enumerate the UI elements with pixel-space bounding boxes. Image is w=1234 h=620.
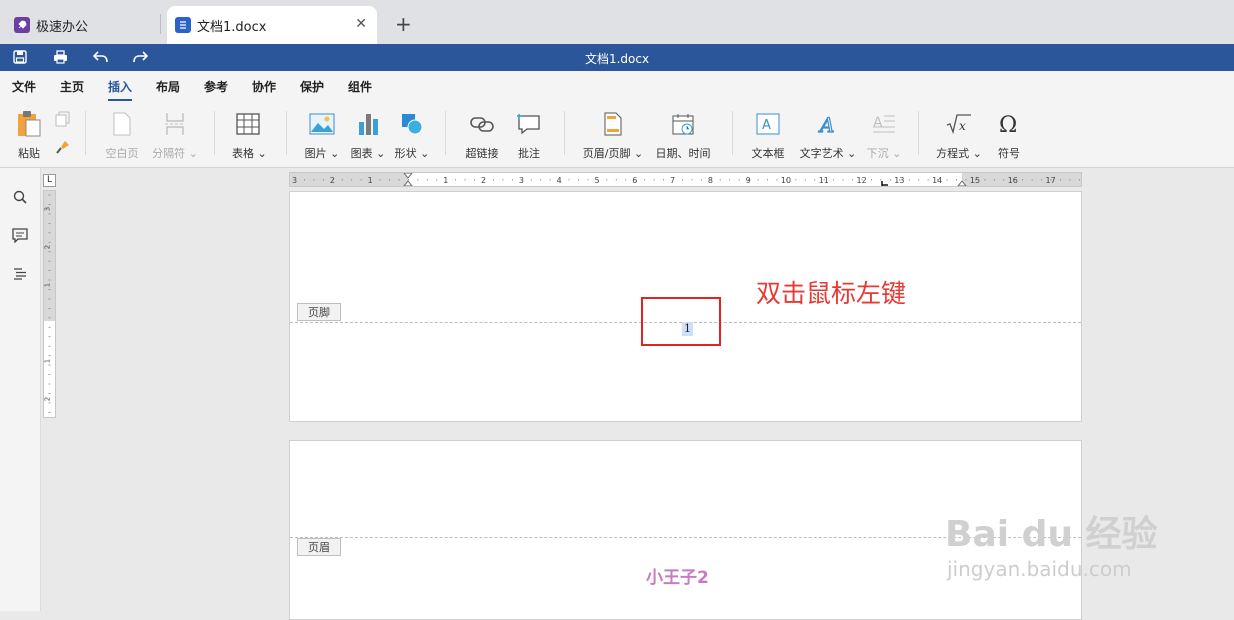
title-bar: 文档1.docx — [0, 44, 1234, 71]
menu-home[interactable]: 主页 — [60, 78, 84, 95]
link-icon — [462, 111, 502, 137]
ruler-tick-label: 2 — [44, 245, 52, 249]
vertical-ruler-scale: 3 2 1 1 2 — [44, 191, 55, 413]
tab-label: 极速办公 — [36, 19, 89, 35]
text-art-icon: A — [799, 111, 857, 137]
shape-icon — [393, 111, 431, 137]
shape-button[interactable]: 形状 ⌄ — [393, 111, 431, 161]
chart-icon — [349, 111, 387, 137]
text-box-button[interactable]: A 文本框 — [749, 111, 787, 161]
menu-collaborate[interactable]: 协作 — [252, 78, 276, 95]
symbol-button[interactable]: Ω 符号 — [994, 111, 1024, 161]
equation-button[interactable]: x 方程式 ⌄ — [934, 111, 984, 161]
footer-tag: 页脚 — [297, 303, 341, 321]
ribbon-toolbar: 粘贴 空白页 分隔符 ⌄ 表格 ⌄ 图片 ⌄ 图表 ⌄ 形状 ⌄ 超链接 批注 … — [0, 101, 1234, 168]
ribbon-divider — [286, 111, 287, 155]
ribbon-divider — [918, 111, 919, 155]
copy-icon[interactable] — [55, 111, 71, 130]
image-icon — [303, 111, 341, 137]
chart-button[interactable]: 图表 ⌄ — [349, 111, 387, 161]
table-button[interactable]: 表格 ⌄ — [232, 111, 267, 161]
comment-icon — [514, 111, 544, 137]
tab-document[interactable]: 文档1.docx ✕ — [167, 6, 377, 44]
svg-text:A: A — [818, 113, 834, 136]
ruler-tick-label: 7 — [670, 176, 675, 185]
menu-references[interactable]: 参考 — [204, 78, 228, 95]
ruler-tick-label: 1 — [443, 176, 448, 185]
ribbon-divider — [732, 111, 733, 155]
ruler-tick-label: 6 — [632, 176, 637, 185]
tab-stop-marker — [881, 181, 888, 186]
menu-file[interactable]: 文件 — [12, 78, 36, 95]
tab-label: 文档1.docx — [197, 19, 267, 35]
window-title: 文档1.docx — [584, 52, 650, 66]
image-button[interactable]: 图片 ⌄ — [303, 111, 341, 161]
ruler-tick-label: 1 — [44, 359, 52, 363]
page-1[interactable]: 页脚 1 — [289, 191, 1082, 422]
blank-page-icon — [102, 111, 142, 137]
text-box-icon: A — [749, 111, 787, 137]
tab-home[interactable]: 极速办公 — [6, 6, 156, 44]
tab-stop-selector[interactable]: L — [43, 174, 56, 187]
page-break-button[interactable]: 分隔符 ⌄ — [152, 111, 198, 161]
baidu-jingyan-watermark: Bai du 经验 jingyan.baidu.com — [945, 475, 1175, 605]
format-painter-icon[interactable] — [55, 139, 71, 158]
paste-button[interactable]: 粘贴 — [14, 111, 44, 161]
horizontal-ruler[interactable]: 3211234567891011121314151617 — [289, 172, 1082, 187]
annotation-highlight-box — [641, 297, 721, 346]
header-text[interactable]: 小王子2 — [646, 563, 709, 588]
navigation-icon[interactable] — [11, 265, 29, 283]
ribbon-divider — [445, 111, 446, 155]
menu-protect[interactable]: 保护 — [300, 78, 324, 95]
ribbon-divider — [214, 111, 215, 155]
ruler-tick-label: 2 — [330, 176, 335, 185]
text-art-button[interactable]: A 文字艺术 ⌄ — [799, 111, 857, 161]
menu-bar: 文件 主页 插入 布局 参考 协作 保护 组件 — [0, 71, 1234, 101]
ribbon-divider — [85, 111, 86, 155]
table-icon — [232, 111, 264, 137]
vertical-ruler[interactable]: 3 2 1 1 2 — [43, 190, 56, 418]
svg-text:Ω: Ω — [999, 113, 1017, 135]
svg-text:A: A — [873, 115, 883, 131]
ribbon-divider — [564, 111, 565, 155]
rocket-icon — [14, 17, 30, 33]
menu-insert[interactable]: 插入 — [108, 78, 133, 101]
svg-text:x: x — [959, 119, 966, 133]
ruler-tick-label: 3 — [44, 207, 52, 211]
tab-divider — [160, 14, 161, 34]
comment-button[interactable]: 批注 — [514, 111, 544, 161]
paste-icon — [14, 111, 44, 137]
header-footer-button[interactable]: 页眉/页脚 ⌄ — [582, 111, 644, 161]
page-break-icon — [152, 111, 198, 137]
header-footer-icon — [582, 111, 644, 137]
drop-cap-icon: A — [864, 111, 904, 137]
ruler-tick-label: 1 — [44, 283, 52, 287]
hyperlink-button[interactable]: 超链接 — [462, 111, 502, 161]
watermark-logo: Bai du 经验 — [945, 514, 1158, 555]
annotation-text: 双击鼠标左键 — [756, 279, 907, 308]
calendar-icon — [654, 111, 712, 137]
watermark-url: jingyan.baidu.com — [947, 557, 1132, 581]
add-tab-icon[interactable]: + — [395, 12, 412, 36]
header-tag: 页眉 — [297, 538, 341, 556]
document-icon — [175, 17, 191, 33]
search-icon[interactable] — [11, 188, 29, 206]
drop-cap-button[interactable]: A 下沉 ⌄ — [864, 111, 904, 161]
equation-icon: x — [934, 111, 984, 137]
menu-plugins[interactable]: 组件 — [348, 78, 372, 95]
omega-icon: Ω — [994, 111, 1024, 137]
left-panel — [0, 168, 41, 611]
blank-page-button[interactable]: 空白页 — [102, 111, 142, 161]
horizontal-ruler-scale: 3211234567891011121314151617 — [290, 173, 1081, 186]
tab-strip: 极速办公 文档1.docx ✕ + — [0, 0, 1234, 44]
comment-panel-icon[interactable] — [11, 226, 29, 244]
svg-text:A: A — [762, 118, 771, 133]
menu-layout[interactable]: 布局 — [156, 78, 180, 95]
date-time-button[interactable]: 日期、时间 — [654, 111, 712, 161]
ruler-tick-label: 2 — [44, 397, 52, 401]
close-icon[interactable]: ✕ — [355, 16, 367, 32]
